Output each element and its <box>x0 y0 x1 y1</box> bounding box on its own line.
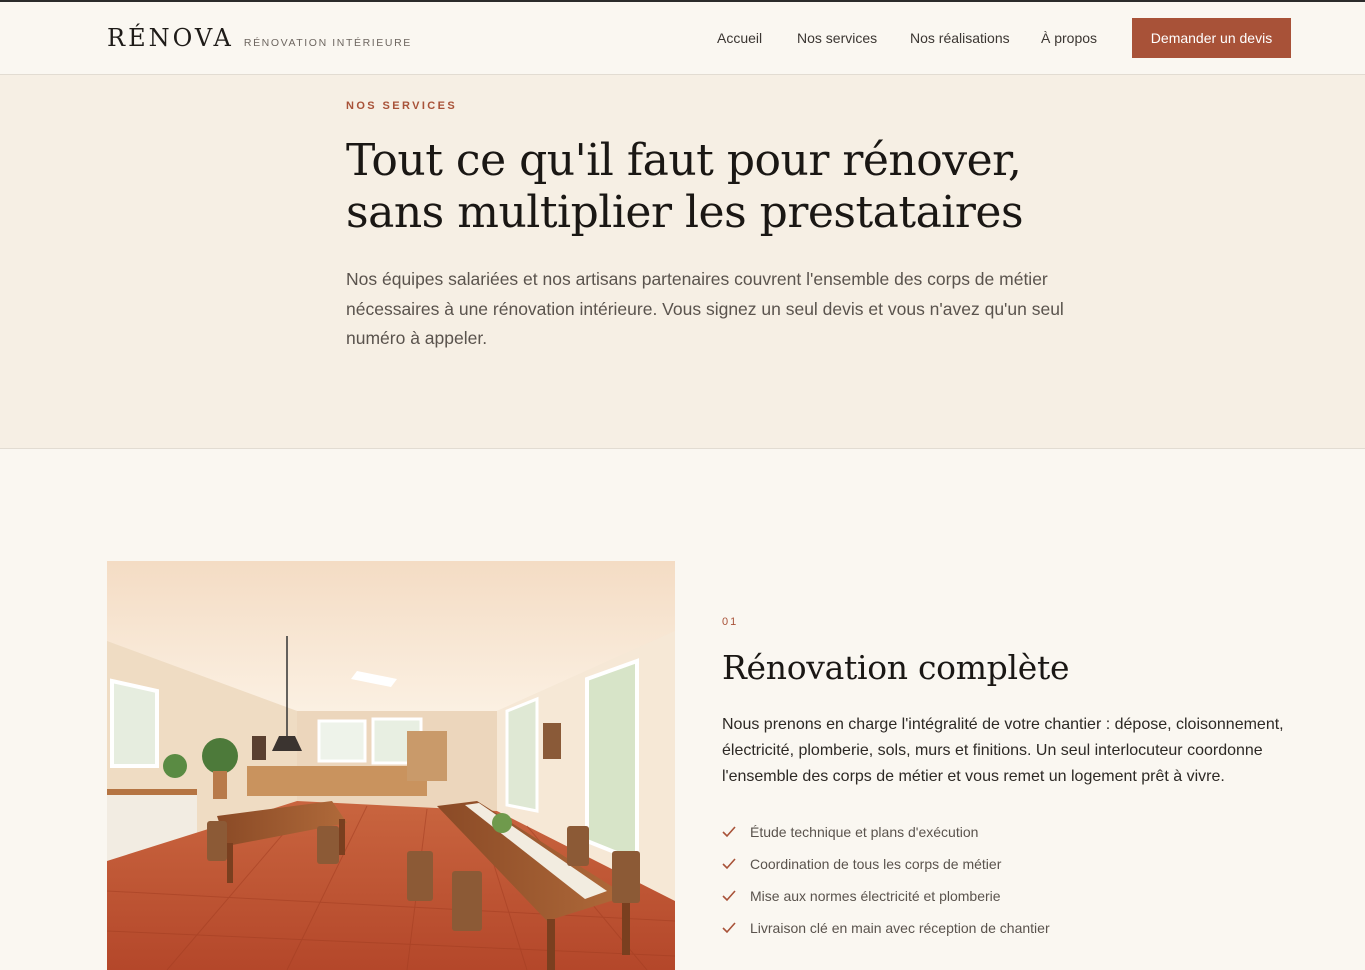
page-title-line-1: Tout ce qu'il faut pour rénover, <box>346 135 1022 186</box>
page-title-line-2: sans multiplier les prestataires <box>346 187 1024 238</box>
feature-label: Étude technique et plans d'exécution <box>750 824 979 840</box>
feature-item: Étude technique et plans d'exécution <box>722 816 1050 848</box>
service-title: Rénovation complète <box>722 648 1070 687</box>
dining-room-photo <box>107 561 675 970</box>
hero-intro: Nos équipes salariées et nos artisans pa… <box>346 269 1064 348</box>
service-features: Étude technique et plans d'exécution Coo… <box>722 816 1050 944</box>
nav-a-propos[interactable]: À propos <box>1041 30 1097 46</box>
check-icon <box>722 854 750 874</box>
services-hero: NOS SERVICES Tout ce qu'il faut pour rén… <box>0 75 1365 449</box>
check-icon <box>722 886 750 906</box>
check-icon <box>722 822 750 842</box>
quote-request-button[interactable]: Demander un devis <box>1132 18 1291 58</box>
site-header: RÉNOVA RÉNOVATION INTÉRIEURE Accueil Nos… <box>0 2 1365 75</box>
nav-services[interactable]: Nos services <box>797 30 877 46</box>
nav-accueil[interactable]: Accueil <box>717 30 762 46</box>
service-description: Nous prenons en charge l'intégralité de … <box>722 716 1284 785</box>
feature-item: Livraison clé en main avec réception de … <box>722 912 1050 944</box>
feature-item: Mise aux normes électricité et plomberie <box>722 880 1050 912</box>
nav-realisations[interactable]: Nos réalisations <box>910 30 1010 46</box>
feature-label: Mise aux normes électricité et plomberie <box>750 888 1001 904</box>
feature-label: Coordination de tous les corps de métier <box>750 856 1002 872</box>
service-number: 01 <box>722 616 739 628</box>
page-title: Tout ce qu'il faut pour rénover, sans mu… <box>346 135 1066 239</box>
section-eyebrow: NOS SERVICES <box>346 100 458 112</box>
feature-label: Livraison clé en main avec réception de … <box>750 920 1050 936</box>
feature-item: Coordination de tous les corps de métier <box>722 848 1050 880</box>
check-icon <box>722 918 750 938</box>
